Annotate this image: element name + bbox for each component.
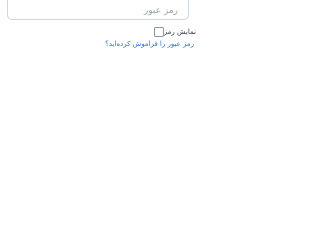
password-input[interactable]: رمز عبور [7,0,189,20]
password-placeholder: رمز عبور [143,5,178,16]
forgot-password-link[interactable]: رمز عبور را فراموش کرده‌اید؟ [105,40,194,48]
show-password-label: نمایش رمز [163,28,196,36]
show-password-checkbox[interactable] [153,27,164,37]
login-form: رمز عبور نمایش رمز رمز عبور را فراموش کر… [0,0,200,200]
show-password-toggle[interactable]: نمایش رمز [150,26,196,38]
